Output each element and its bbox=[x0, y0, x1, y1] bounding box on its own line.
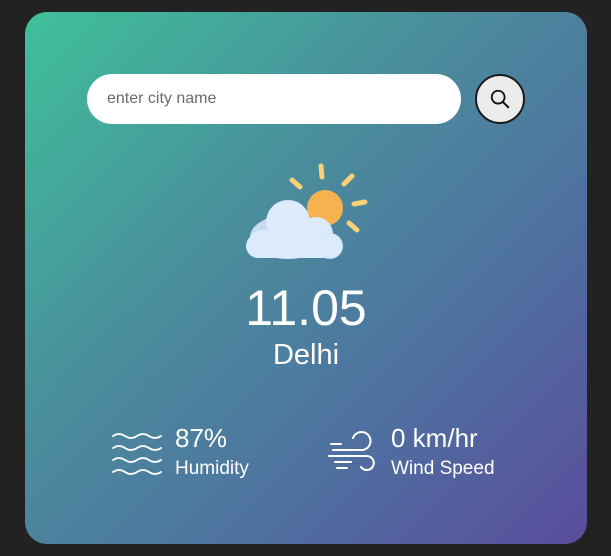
humidity-stat: 87% Humidity bbox=[111, 422, 291, 484]
search-button[interactable] bbox=[475, 74, 525, 124]
wind-speed-value: 0 km/hr bbox=[391, 423, 478, 453]
humidity-label: Humidity bbox=[175, 458, 249, 479]
search-icon bbox=[490, 89, 510, 109]
city-name: Delhi bbox=[272, 339, 340, 371]
humidity-waves-icon bbox=[112, 433, 162, 475]
wind-stat: 0 km/hr Wind Speed bbox=[327, 422, 547, 484]
weather-card: 11.05 Delhi 87% Humidity 0 km/hr Wind Sp… bbox=[25, 12, 587, 544]
city-search-input[interactable] bbox=[87, 74, 461, 124]
wind-speed-label: Wind Speed bbox=[391, 458, 495, 479]
humidity-value: 87% bbox=[175, 423, 228, 453]
temperature-value: 11.05 bbox=[245, 280, 367, 336]
wind-icon bbox=[328, 431, 375, 471]
partly-cloudy-icon bbox=[246, 163, 368, 259]
search-bar bbox=[87, 74, 525, 126]
